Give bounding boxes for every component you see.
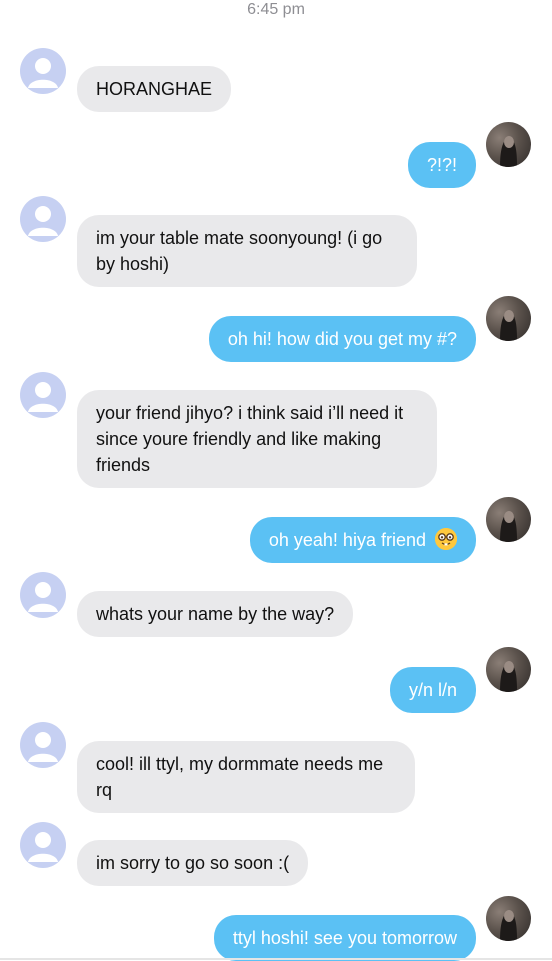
message-bubble-incoming[interactable]: your friend jihyo? i think said i’ll nee… [77, 390, 437, 488]
profile-photo-icon [500, 661, 517, 692]
person-icon [28, 732, 58, 762]
person-icon [28, 582, 58, 612]
user-avatar[interactable] [486, 296, 531, 341]
contact-avatar[interactable] [20, 372, 66, 418]
message-bubble-incoming[interactable]: whats your name by the way? [77, 591, 354, 637]
message-bubble-incoming[interactable]: cool! ill ttyl, my dormmate needs me rq [77, 741, 415, 813]
message-bubble-incoming[interactable]: im your table mate soonyoung! (i go by h… [77, 215, 417, 287]
nerd-face-emoji-icon [435, 528, 457, 550]
contact-avatar[interactable] [20, 822, 66, 868]
message-bubble-incoming[interactable]: HORANGHAE [77, 66, 232, 112]
user-avatar[interactable] [486, 497, 531, 542]
person-icon [28, 58, 58, 88]
message-bubble-outgoing[interactable]: ttyl hoshi! see you tomorrow [213, 915, 476, 961]
person-icon [28, 206, 58, 236]
contact-avatar[interactable] [20, 196, 66, 242]
person-icon [28, 832, 58, 862]
user-avatar[interactable] [486, 122, 531, 167]
message-bubble-outgoing[interactable]: ?!?! [407, 142, 476, 188]
profile-photo-icon [500, 511, 517, 542]
message-bubble-incoming[interactable]: im sorry to go so soon :( [77, 840, 309, 886]
contact-avatar[interactable] [20, 572, 66, 618]
contact-avatar[interactable] [20, 48, 66, 94]
profile-photo-icon [500, 136, 517, 167]
contact-avatar[interactable] [20, 722, 66, 768]
person-icon [28, 382, 58, 412]
user-avatar[interactable] [486, 647, 531, 692]
profile-photo-icon [500, 910, 517, 941]
timestamp: 6:45 pm [247, 1, 305, 18]
message-bubble-outgoing[interactable]: oh hi! how did you get my #? [208, 316, 476, 362]
message-text: oh yeah! hiya friend [268, 530, 426, 550]
message-bubble-outgoing[interactable]: y/n l/n [389, 667, 476, 713]
profile-photo-icon [500, 310, 517, 341]
message-bubble-outgoing[interactable]: oh yeah! hiya friend [249, 517, 476, 563]
user-avatar[interactable] [486, 896, 531, 941]
